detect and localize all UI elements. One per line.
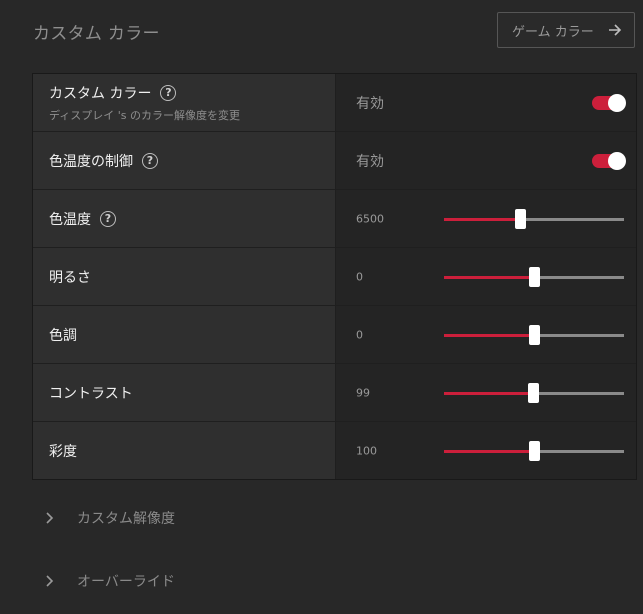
- override-section[interactable]: オーバーライド: [45, 569, 175, 593]
- hue-value-cell: 0: [336, 306, 636, 363]
- help-icon[interactable]: ?: [142, 152, 158, 169]
- custom-color-status: 有効: [356, 95, 384, 112]
- game-color-button[interactable]: ゲーム カラー: [497, 12, 635, 48]
- color-temp-label-cell: 色温度 ?: [33, 190, 335, 247]
- color-temp-value-cell: 6500: [336, 190, 636, 247]
- saturation-value: 100: [356, 444, 377, 457]
- slider-fill: [444, 217, 520, 221]
- contrast-label-cell: コントラスト: [33, 364, 335, 421]
- slider-thumb[interactable]: [528, 382, 540, 403]
- hue-value: 0: [356, 328, 363, 341]
- color-temp-control-row: 色温度の制御 ? 有効: [33, 132, 636, 189]
- custom-color-description: ディスプレイ 's のカラー解像度を変更: [49, 108, 240, 122]
- brightness-value-cell: 0: [336, 248, 636, 305]
- color-temp-value: 6500: [356, 212, 384, 225]
- color-temp-control-label: 色温度の制御: [49, 153, 133, 170]
- custom-color-label-cell: カスタム カラー ? ディスプレイ 's のカラー解像度を変更: [33, 74, 335, 131]
- page-title: カスタム カラー: [33, 24, 160, 44]
- brightness-label-cell: 明るさ: [33, 248, 335, 305]
- color-temp-slider[interactable]: [444, 208, 624, 229]
- brightness-value: 0: [356, 270, 363, 283]
- game-color-button-label: ゲーム カラー: [512, 24, 594, 40]
- hue-label-cell: 色調: [33, 306, 335, 363]
- contrast-label: コントラスト: [49, 385, 133, 402]
- contrast-slider[interactable]: [444, 382, 624, 403]
- saturation-row: 彩度 100: [33, 422, 636, 479]
- help-icon[interactable]: ?: [100, 210, 116, 227]
- override-label: オーバーライド: [77, 574, 175, 590]
- slider-thumb[interactable]: [514, 208, 526, 229]
- slider-fill: [444, 449, 534, 453]
- saturation-label: 彩度: [49, 443, 77, 460]
- toggle-knob: [608, 151, 626, 170]
- color-temp-label: 色温度: [49, 211, 91, 228]
- contrast-value: 99: [356, 386, 370, 399]
- slider-thumb[interactable]: [529, 324, 540, 345]
- custom-color-label: カスタム カラー: [49, 85, 152, 102]
- slider-thumb[interactable]: [529, 266, 540, 287]
- slider-fill: [444, 333, 534, 337]
- chevron-right-icon: [46, 575, 54, 587]
- custom-resolution-label: カスタム解像度: [77, 511, 175, 527]
- hue-slider[interactable]: [444, 324, 624, 345]
- saturation-label-cell: 彩度: [33, 422, 335, 479]
- custom-color-row: カスタム カラー ? ディスプレイ 's のカラー解像度を変更 有効: [33, 74, 636, 131]
- brightness-slider[interactable]: [444, 266, 624, 287]
- color-temp-row: 色温度 ? 6500: [33, 190, 636, 247]
- brightness-row: 明るさ 0: [33, 248, 636, 305]
- contrast-value-cell: 99: [336, 364, 636, 421]
- help-icon[interactable]: ?: [160, 84, 177, 101]
- custom-color-toggle[interactable]: [592, 93, 626, 112]
- contrast-row: コントラスト 99: [33, 364, 636, 421]
- color-temp-control-label-cell: 色温度の制御 ?: [33, 132, 335, 189]
- hue-row: 色調 0: [33, 306, 636, 363]
- slider-fill: [444, 275, 534, 279]
- saturation-value-cell: 100: [336, 422, 636, 479]
- color-temp-control-value-cell: 有効: [336, 132, 636, 189]
- hue-label: 色調: [49, 327, 77, 344]
- settings-panel: カスタム カラー ? ディスプレイ 's のカラー解像度を変更 有効 色温度の制…: [33, 74, 636, 479]
- toggle-knob: [608, 93, 626, 112]
- custom-resolution-section[interactable]: カスタム解像度: [45, 506, 175, 530]
- slider-thumb[interactable]: [529, 440, 540, 461]
- arrow-right-icon: [609, 24, 622, 36]
- brightness-label: 明るさ: [49, 269, 91, 286]
- slider-fill: [444, 391, 534, 395]
- chevron-right-icon: [46, 512, 54, 524]
- color-temp-control-toggle[interactable]: [592, 151, 626, 170]
- color-temp-control-status: 有効: [356, 153, 384, 170]
- saturation-slider[interactable]: [444, 440, 624, 461]
- custom-color-value-cell: 有効: [336, 74, 636, 131]
